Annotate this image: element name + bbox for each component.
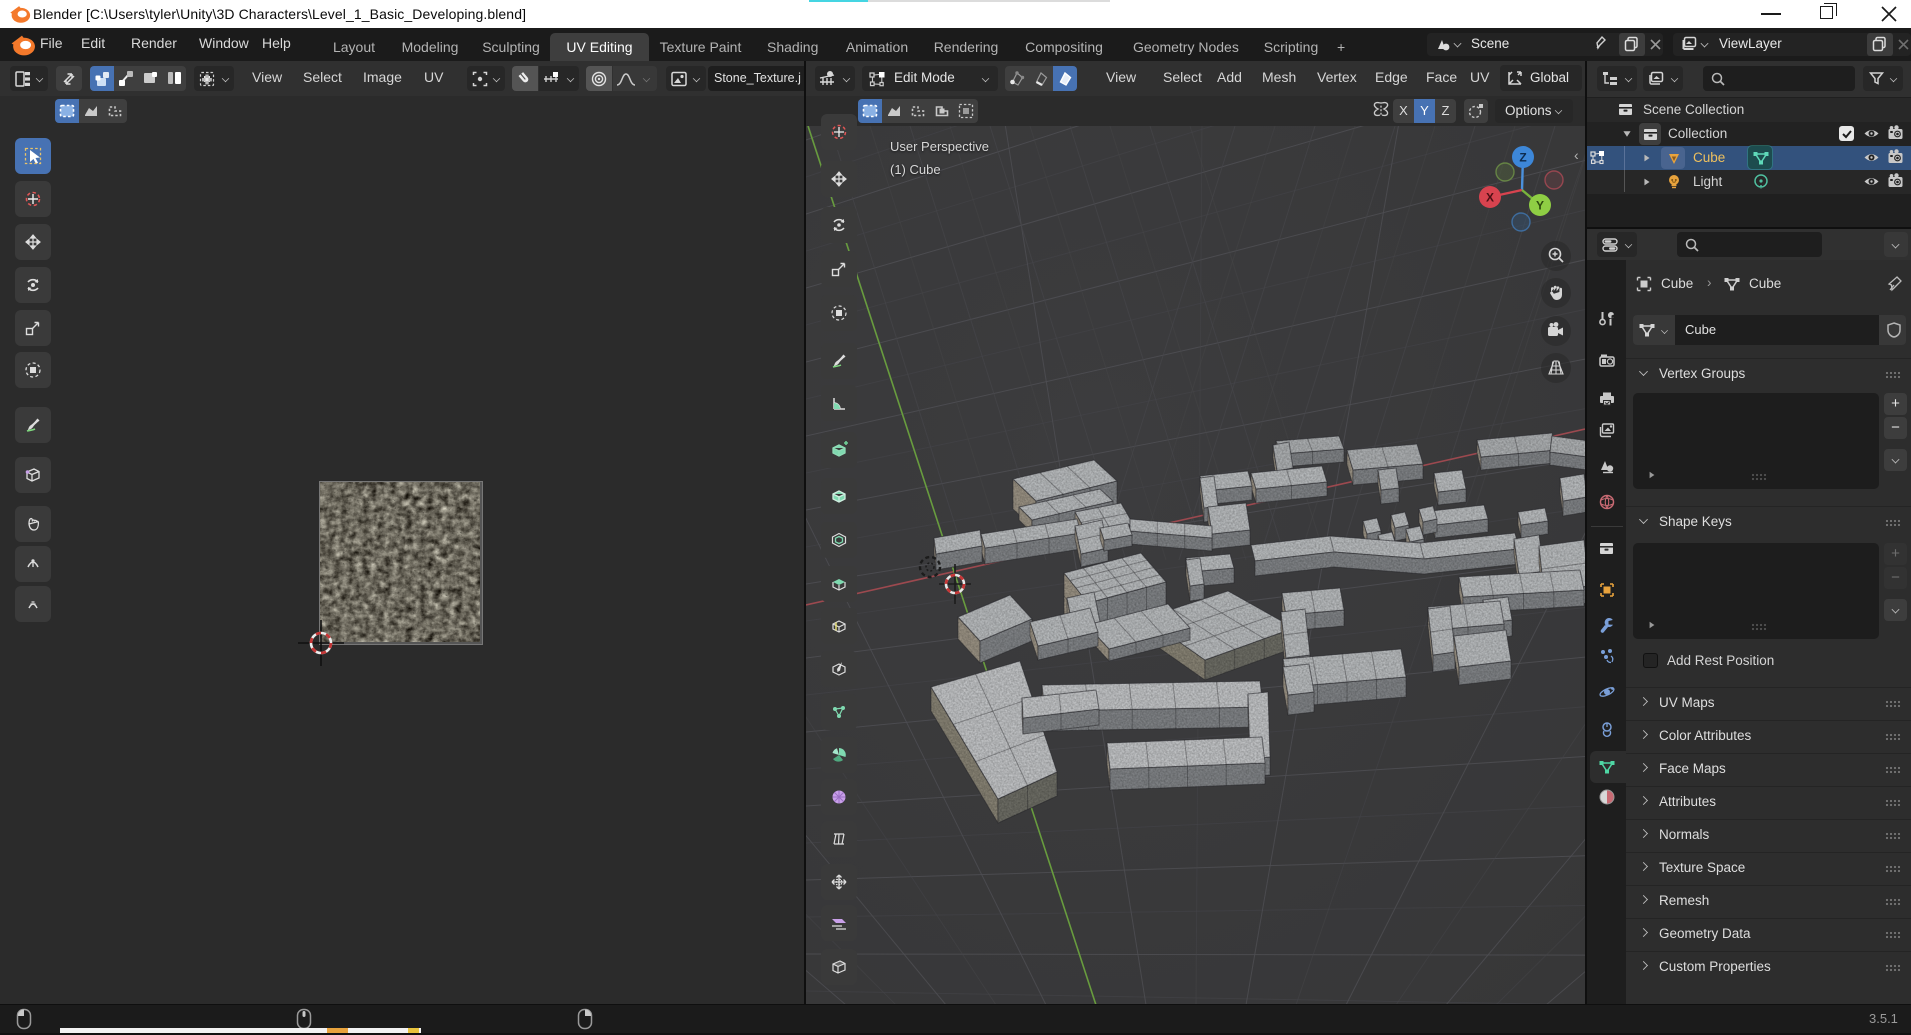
svg-text:X: X	[1486, 191, 1494, 205]
svg-text:Z: Z	[1519, 151, 1526, 165]
svg-text:Y: Y	[1536, 199, 1544, 213]
